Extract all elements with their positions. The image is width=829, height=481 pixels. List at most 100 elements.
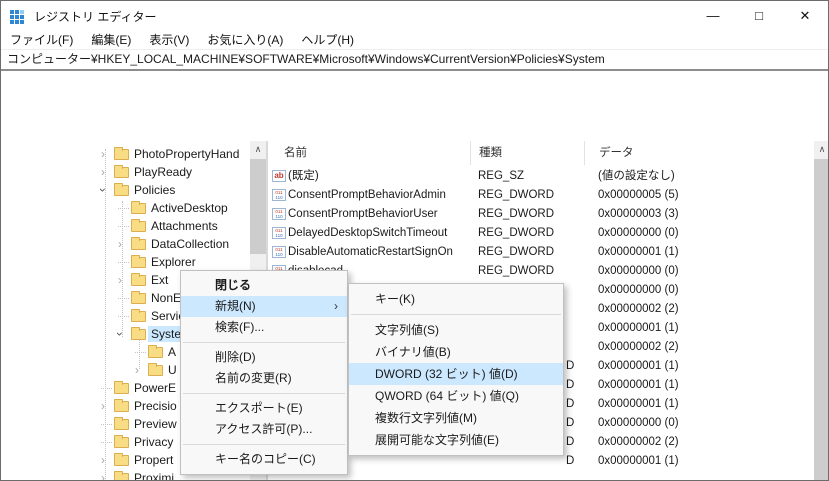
folder-icon (148, 347, 163, 358)
menubar-item-0[interactable]: ファイル(F) (1, 31, 82, 49)
scroll-up-icon[interactable]: ∧ (814, 141, 829, 158)
tree-connector (118, 316, 129, 317)
menu-item-b[interactable]: バイナリ値(B) (349, 341, 563, 363)
data-cell: 0x00000002 (2) (584, 433, 814, 452)
close-button[interactable]: ✕ (782, 1, 828, 31)
type-cell: REG_SZ (470, 167, 584, 186)
menubar-item-1[interactable]: 編集(E) (82, 31, 140, 49)
menu-item-k[interactable]: キー(K) (349, 288, 563, 310)
menu-item-d[interactable]: 削除(D) (181, 347, 347, 368)
tree-item-label: ActiveDesktop (148, 200, 231, 216)
menu-item-p[interactable]: アクセス許可(P)... (181, 419, 347, 440)
tree-item-photopropertyhand[interactable]: › PhotoPropertyHand (1, 145, 266, 163)
menu-item-label: 検索(F)... (215, 320, 264, 334)
value-row[interactable]: ab(既定)REG_SZ(値の設定なし) (269, 167, 814, 186)
value-row[interactable]: 011110ConsentPromptBehaviorAdminREG_DWOR… (269, 186, 814, 205)
tree-item-label: A (165, 344, 179, 360)
tree-item-datacollection[interactable]: ›DataCollection (1, 235, 266, 253)
menu-item-c[interactable]: キー名のコピー(C) (181, 449, 347, 470)
scroll-up-icon[interactable]: ∧ (250, 141, 266, 158)
data-cell: 0x00000002 (2) (584, 338, 814, 357)
folder-icon (114, 401, 129, 412)
data-cell: 0x00000000 (0) (584, 414, 814, 433)
menu-item-dword32d[interactable]: DWORD (32 ビット) 値(D) (349, 363, 563, 385)
icon-square (20, 10, 24, 14)
chevron-down-icon[interactable]: › (95, 184, 111, 196)
menu-item-qword64q[interactable]: QWORD (64 ビット) 値(Q) (349, 385, 563, 407)
column-header-data[interactable]: データ (584, 141, 814, 165)
column-header-name[interactable]: 名前 (269, 141, 470, 165)
folder-icon (114, 185, 129, 196)
menu-item-label: 複数行文字列値(M) (375, 411, 477, 425)
tree-item-label: PhotoPropertyHand (131, 146, 242, 162)
column-header-type[interactable]: 種類 (470, 141, 584, 165)
value-name: ConsentPromptBehaviorAdmin (288, 189, 446, 201)
menu-item-[interactable]: 閉じる (181, 275, 347, 296)
type-cell: REG_DWORD (470, 262, 584, 281)
list-header: 名前 種類 データ (269, 141, 814, 165)
menubar-item-3[interactable]: お気に入り(A) (198, 31, 292, 49)
name-cell: 011110ConsentPromptBehaviorAdmin (269, 186, 470, 205)
chevron-down-icon[interactable]: › (112, 328, 128, 340)
tree-item-attachments[interactable]: Attachments (1, 217, 266, 235)
data-cell (584, 471, 814, 481)
menu-item-r[interactable]: 名前の変更(R) (181, 368, 347, 389)
value-row[interactable]: 011110DelayedDesktopSwitchTimeoutREG_DWO… (269, 224, 814, 243)
menu-item-e[interactable]: 展開可能な文字列値(E) (349, 429, 563, 451)
menu-item-label: 新規(N) (215, 299, 256, 313)
value-row[interactable]: 011110disablecadREG_DWORD0x00000000 (0) (269, 262, 814, 281)
value-row[interactable]: 011110ConsentPromptBehaviorUserREG_DWORD… (269, 205, 814, 224)
value-name: ConsentPromptBehaviorUser (288, 208, 438, 220)
list-scrollbar-thumb[interactable] (814, 159, 829, 481)
tree-item-label: Precisio (131, 398, 180, 414)
tree-item-explorer[interactable]: Explorer (1, 253, 266, 271)
menu-item-label: バイナリ値(B) (375, 345, 451, 359)
chevron-right-icon[interactable]: › (97, 146, 109, 162)
menu-item-label: キー(K) (375, 292, 415, 306)
type-cell: REG_DWORD (470, 186, 584, 205)
folder-icon (114, 149, 129, 160)
tree-item-label: Policies (131, 182, 178, 198)
menubar-item-4[interactable]: ヘルプ(H) (292, 31, 363, 49)
icon-square (10, 10, 14, 14)
menu-item-m[interactable]: 複数行文字列値(M) (349, 407, 563, 429)
tree-item-policies[interactable]: › Policies (1, 181, 266, 199)
list-scrollbar[interactable]: ∧ (814, 141, 829, 481)
chevron-right-icon[interactable]: › (97, 452, 109, 468)
chevron-right-icon[interactable]: › (114, 236, 126, 252)
value-name: (既定) (288, 170, 319, 182)
menu-item-label: 名前の変更(R) (215, 371, 292, 385)
menu-item-s[interactable]: 文字列値(S) (349, 319, 563, 341)
menu-item-f[interactable]: 検索(F)... (181, 317, 347, 338)
menu-item-n[interactable]: 新規(N)› (181, 296, 347, 317)
icon-square (15, 20, 19, 24)
folder-icon (114, 473, 129, 481)
folder-icon (148, 365, 163, 376)
chevron-right-icon[interactable]: › (97, 470, 109, 481)
menubar-item-2[interactable]: 表示(V) (140, 31, 198, 49)
data-cell: 0x00000002 (2) (584, 300, 814, 319)
value-row[interactable] (269, 471, 814, 481)
folder-icon (131, 257, 146, 268)
icon-square (20, 15, 24, 19)
chevron-right-icon[interactable]: › (97, 398, 109, 414)
tree-item-label: U (165, 362, 180, 378)
tree-item-activedesktop[interactable]: ActiveDesktop (1, 199, 266, 217)
chevron-right-icon[interactable]: › (131, 362, 143, 378)
chevron-right-icon[interactable]: › (114, 272, 126, 288)
context-menu: 閉じる新規(N)› 検索(F)... 削除(D) 名前の変更(R) エクスポート(E) ア… (180, 270, 348, 475)
type-cell: REG_DWORD (470, 224, 584, 243)
menu-item-e[interactable]: エクスポート(E) (181, 398, 347, 419)
tree-item-playready[interactable]: ›PlayReady (1, 163, 266, 181)
address-bar[interactable]: コンピューター¥HKEY_LOCAL_MACHINE¥SOFTWARE¥Micr… (1, 49, 828, 71)
tree-connector (118, 262, 129, 263)
menu-item-label: エクスポート(E) (215, 401, 303, 415)
minimize-button[interactable]: — (690, 1, 736, 31)
value-row[interactable]: 011110DisableAutomaticRestartSignOnREG_D… (269, 243, 814, 262)
tree-scrollbar-thumb[interactable] (250, 159, 266, 254)
chevron-right-icon[interactable]: › (97, 164, 109, 180)
icon-square (15, 10, 19, 14)
maximize-button[interactable]: □ (736, 1, 782, 31)
data-cell: 0x00000005 (5) (584, 186, 814, 205)
data-cell: 0x00000000 (0) (584, 224, 814, 243)
